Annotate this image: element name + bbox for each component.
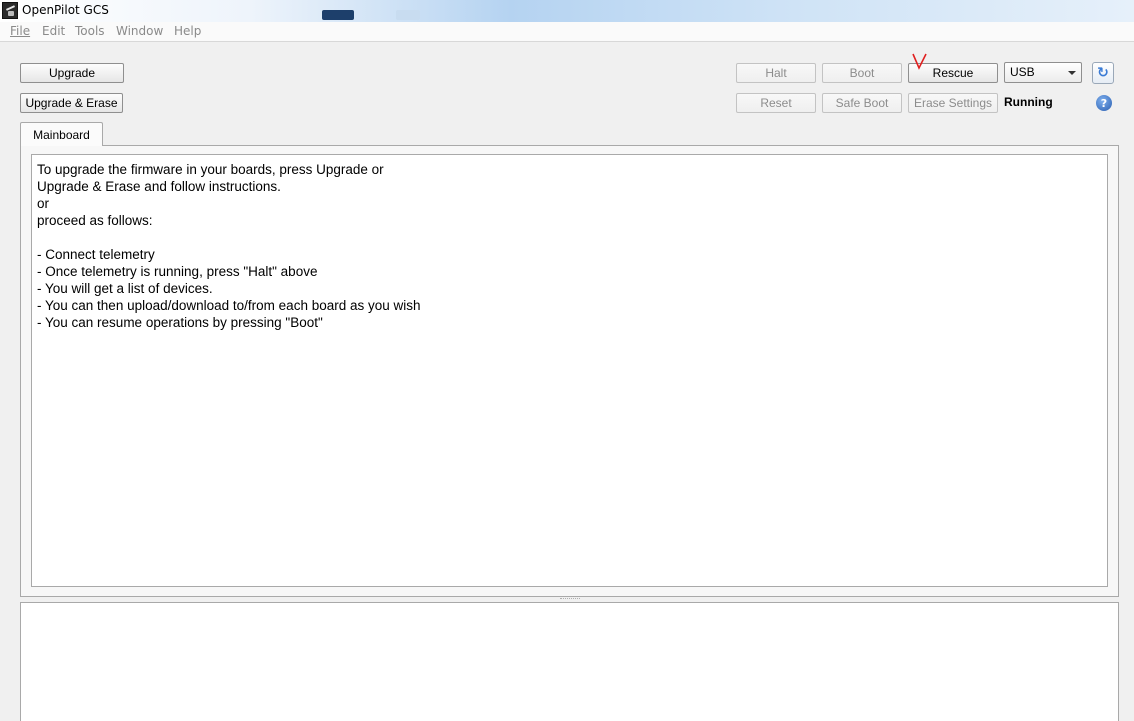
connection-select-value: USB bbox=[1010, 65, 1035, 79]
openpilot-app-icon bbox=[2, 2, 18, 19]
chevron-down-icon bbox=[1068, 71, 1076, 75]
safe-boot-button[interactable]: Safe Boot bbox=[822, 93, 902, 113]
connection-select[interactable]: USB bbox=[1004, 62, 1082, 83]
instruction-line: Upgrade & Erase and follow instructions. bbox=[37, 179, 281, 194]
help-icon[interactable]: ? bbox=[1096, 95, 1112, 111]
boot-button[interactable]: Boot bbox=[822, 63, 902, 83]
instruction-line: - You will get a list of devices. bbox=[37, 281, 213, 296]
tab-mainboard[interactable]: Mainboard bbox=[20, 122, 103, 146]
window-title: OpenPilot GCS bbox=[22, 3, 109, 17]
instruction-line: - Connect telemetry bbox=[37, 247, 155, 262]
refresh-button[interactable]: ↻ bbox=[1092, 62, 1114, 84]
splitter-handle[interactable] bbox=[560, 598, 580, 600]
log-output[interactable] bbox=[20, 602, 1119, 721]
instruction-line: To upgrade the firmware in your boards, … bbox=[37, 162, 384, 177]
instruction-line: proceed as follows: bbox=[37, 213, 153, 228]
annotation-check-mark bbox=[912, 53, 927, 70]
reset-button[interactable]: Reset bbox=[736, 93, 816, 113]
background-window-fragment bbox=[322, 10, 354, 20]
instructions-text[interactable]: To upgrade the firmware in your boards, … bbox=[31, 154, 1108, 587]
background-window-fragment bbox=[396, 10, 420, 20]
instruction-line: - You can resume operations by pressing … bbox=[37, 315, 323, 330]
upgrade-button[interactable]: Upgrade bbox=[20, 63, 124, 83]
instruction-line: - You can then upload/download to/from e… bbox=[37, 298, 421, 313]
menu-help[interactable]: Help bbox=[174, 24, 201, 38]
instruction-line: - Once telemetry is running, press "Halt… bbox=[37, 264, 318, 279]
menu-tools[interactable]: Tools bbox=[75, 24, 105, 38]
menu-edit[interactable]: Edit bbox=[42, 24, 65, 38]
menu-window[interactable]: Window bbox=[116, 24, 163, 38]
instruction-line bbox=[37, 229, 1102, 246]
menu-file[interactable]: File bbox=[10, 24, 30, 38]
menu-bar: File Edit Tools Window Help bbox=[0, 22, 1134, 42]
halt-button[interactable]: Halt bbox=[736, 63, 816, 83]
status-label: Running bbox=[1004, 95, 1053, 109]
instruction-line: or bbox=[37, 196, 50, 211]
title-bar: OpenPilot GCS bbox=[0, 0, 1134, 22]
erase-settings-button[interactable]: Erase Settings bbox=[908, 93, 998, 113]
refresh-icon: ↻ bbox=[1097, 65, 1109, 81]
upgrade-erase-button[interactable]: Upgrade & Erase bbox=[20, 93, 123, 113]
